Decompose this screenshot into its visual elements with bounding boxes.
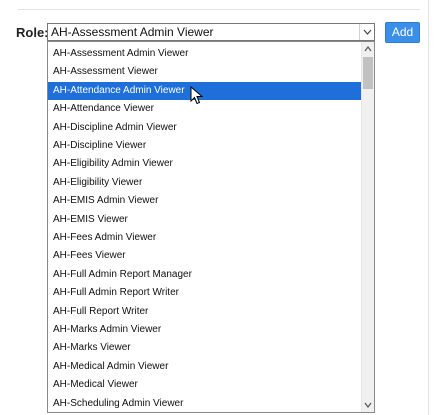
- select-arrow-button[interactable]: [359, 24, 374, 40]
- scroll-up-button[interactable]: [362, 42, 374, 56]
- option-item[interactable]: AH-EMIS Admin Viewer: [48, 192, 361, 210]
- right-divider: [428, 0, 429, 415]
- chevron-down-icon: [363, 29, 372, 35]
- option-item[interactable]: AH-Medical Viewer: [48, 376, 361, 394]
- option-item[interactable]: AH-Attendance Admin Viewer: [48, 81, 361, 100]
- role-select-value: AH-Assessment Admin Viewer: [51, 25, 214, 39]
- option-item[interactable]: AH-Assessment Viewer: [48, 63, 361, 81]
- option-item[interactable]: AH-Fees Admin Viewer: [48, 229, 361, 247]
- option-item[interactable]: AH-Full Admin Report Writer: [48, 284, 361, 302]
- chevron-up-icon: [364, 46, 372, 52]
- option-item[interactable]: AH-Attendance Viewer: [48, 100, 361, 118]
- option-item[interactable]: AH-Marks Admin Viewer: [48, 321, 361, 339]
- option-item[interactable]: AH-Medical Admin Viewer: [48, 358, 361, 376]
- option-item[interactable]: AH-Eligibility Viewer: [48, 174, 361, 192]
- role-select[interactable]: AH-Assessment Admin Viewer: [47, 23, 375, 41]
- option-item[interactable]: AH-EMIS Viewer: [48, 211, 361, 229]
- mouse-pointer-icon: [190, 86, 204, 105]
- option-item[interactable]: AH-Full Admin Report Manager: [48, 266, 361, 284]
- add-button[interactable]: Add: [385, 22, 420, 43]
- scrollbar[interactable]: [361, 42, 374, 412]
- role-options-list[interactable]: AH-Assessment Admin Viewer AH-Assessment …: [47, 41, 375, 413]
- option-item[interactable]: AH-Scheduling Admin Viewer: [48, 395, 361, 412]
- chevron-down-icon: [364, 402, 372, 408]
- option-item[interactable]: AH-Discipline Viewer: [48, 137, 361, 155]
- option-item[interactable]: AH-Assessment Admin Viewer: [48, 45, 361, 63]
- scroll-down-button[interactable]: [362, 398, 374, 412]
- option-item[interactable]: AH-Eligibility Admin Viewer: [48, 155, 361, 173]
- role-label: Role:: [16, 25, 49, 40]
- option-item[interactable]: AH-Fees Viewer: [48, 247, 361, 265]
- option-item[interactable]: AH-Marks Viewer: [48, 339, 361, 357]
- top-divider: [18, 9, 420, 10]
- option-item[interactable]: AH-Discipline Admin Viewer: [48, 119, 361, 137]
- option-item[interactable]: AH-Full Report Writer: [48, 303, 361, 321]
- scroll-thumb[interactable]: [363, 57, 373, 89]
